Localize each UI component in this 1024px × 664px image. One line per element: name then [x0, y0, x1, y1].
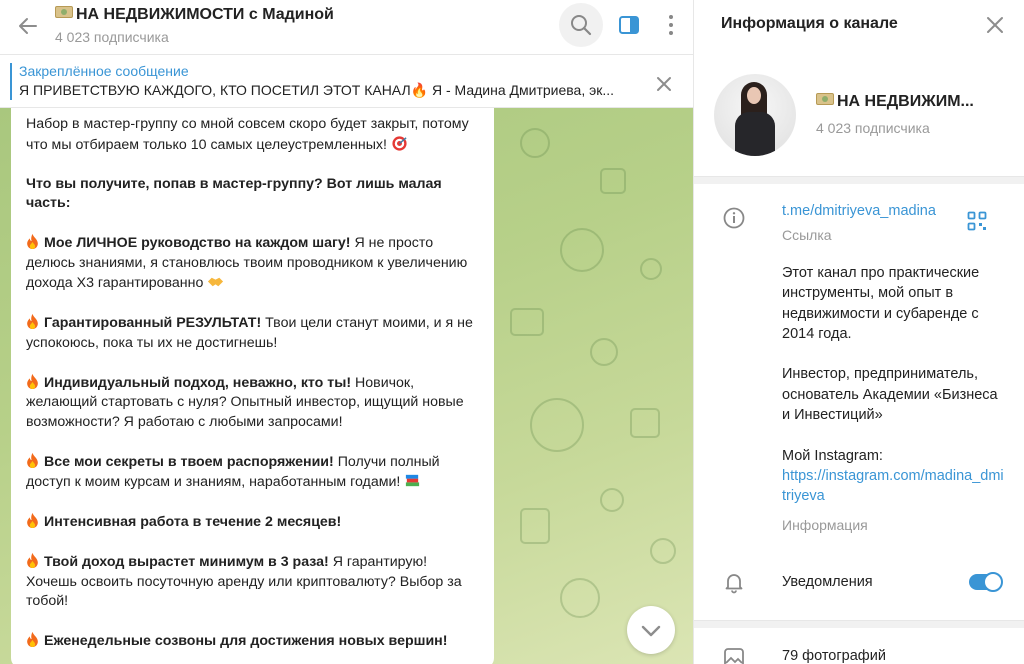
chat-title[interactable]: НА НЕДВИЖИМОСТИ с Мадиной [55, 6, 334, 24]
instagram-link[interactable]: https://instagram.com/madina_dmitriyeva [782, 468, 1004, 504]
more-vertical-icon [669, 15, 673, 35]
chevron-down-icon [641, 625, 661, 637]
post-intro: Набор в мастер-группу со мной совсем ско… [26, 115, 480, 155]
section-divider [694, 620, 1024, 628]
close-icon[interactable] [982, 12, 1008, 38]
channel-subscribers: 4 023 подписчика [816, 120, 930, 136]
pinned-message-bar[interactable]: Закреплённое сообщение Я ПРИВЕТСТВУЮ КАЖ… [0, 55, 693, 108]
notifications-toggle[interactable] [969, 572, 1003, 592]
search-icon [571, 15, 592, 36]
benefit-item: Гарантированный РЕЗУЛЬТАТ! Твои цели ста… [26, 313, 480, 353]
channel-link[interactable]: t.me/dmitriyeva_madina [782, 203, 936, 219]
benefit-item: Все мои секреты в твоем распоряжении! По… [26, 452, 480, 493]
channel-avatar[interactable] [714, 74, 796, 156]
channel-info-panel: Информация о канале НА НЕДВИЖИМ... 4 023… [693, 0, 1024, 664]
money-emoji-icon [816, 93, 834, 105]
instagram-caption: Мой Instagram: [782, 447, 883, 464]
channel-link-label: Ссылка [782, 227, 832, 243]
fire-emoji-icon [27, 233, 38, 249]
channel-description: Этот канал про практические инструменты,… [782, 263, 1007, 507]
benefit-title: Индивидуальный подход, неважно, кто ты! [44, 374, 352, 391]
fire-emoji-icon [27, 631, 38, 647]
post-question-text: Что вы получите, попав в мастер-группу? … [26, 175, 442, 212]
pinned-text: Я ПРИВЕТСТВУЮ КАЖДОГО, КТО ПОСЕТИЛ ЭТОТ … [19, 82, 615, 98]
channel-post: Набор в мастер-группу со мной совсем ско… [11, 108, 494, 664]
info-panel-title: Информация о канале [721, 15, 898, 32]
benefit-item: Мое ЛИЧНОЕ руководство на каждом шагу! Я… [26, 233, 480, 294]
handshake-emoji-icon [208, 277, 224, 287]
benefit-title: Интенсивная работа в течение 2 месяцев! [44, 514, 342, 530]
channel-name-text: НА НЕДВИЖИМ... [837, 93, 974, 110]
notifications-label: Уведомления [782, 574, 873, 590]
description-paragraph: Инвестор, предприниматель, основатель Ак… [782, 366, 998, 424]
benefit-title: Мое ЛИЧНОЕ руководство на каждом шагу! [44, 235, 351, 251]
info-circle-icon [723, 207, 745, 229]
chat-title-text: НА НЕДВИЖИМОСТИ с Мадиной [76, 6, 334, 23]
pinned-accent-bar [10, 63, 12, 100]
description-paragraph: Этот канал про практические инструменты,… [782, 265, 980, 342]
target-emoji-icon [392, 135, 407, 151]
photos-count[interactable]: 79 фотографий [782, 648, 886, 664]
close-pinned-icon[interactable] [652, 72, 676, 96]
benefit-title: Гарантированный РЕЗУЛЬТАТ! [44, 315, 262, 331]
chat-header: НА НЕДВИЖИМОСТИ с Мадиной 4 023 подписчи… [0, 0, 693, 55]
channel-name: НА НЕДВИЖИМ... [816, 93, 974, 111]
benefit-title: Твой доход вырастет минимум в 3 раза! [44, 554, 329, 570]
sidebar-panel-icon [619, 16, 639, 34]
benefit-item: Индивидуальный подход, неважно, кто ты! … [26, 373, 480, 433]
description-paragraph: Мой Instagram: https://instagram.com/mad… [782, 446, 1007, 507]
search-button[interactable] [559, 3, 603, 47]
photo-icon [724, 648, 744, 664]
description-label: Информация [782, 517, 868, 533]
qr-code-icon[interactable] [967, 211, 987, 231]
money-emoji-icon [55, 6, 73, 18]
fire-emoji-icon [27, 512, 38, 528]
benefit-title: Все мои секреты в твоем распоряжении! [44, 453, 334, 470]
pinned-title: Закреплённое сообщение [19, 63, 189, 79]
toggle-info-panel-button[interactable] [607, 3, 651, 47]
chat-subscribers: 4 023 подписчика [55, 29, 169, 45]
scroll-to-bottom-button[interactable] [627, 606, 675, 654]
fire-emoji-icon [27, 373, 38, 389]
books-emoji-icon [406, 474, 420, 487]
post-question: Что вы получите, попав в мастер-группу? … [26, 175, 480, 214]
back-arrow-icon[interactable] [14, 12, 42, 40]
more-menu-button[interactable] [655, 3, 687, 47]
benefit-item: Еженедельные созвоны для достижения новы… [26, 631, 480, 652]
benefit-item: Твой доход вырастет минимум в 3 раза! Я … [26, 552, 480, 612]
section-divider [694, 176, 1024, 184]
bell-icon [725, 574, 743, 594]
benefit-title: Еженедельные созвоны для достижения новы… [44, 633, 448, 649]
benefit-item: Интенсивная работа в течение 2 месяцев! [26, 512, 480, 533]
chat-area: НА НЕДВИЖИМОСТИ с Мадиной 4 023 подписчи… [0, 0, 693, 664]
fire-emoji-icon [27, 452, 38, 468]
fire-emoji-icon [27, 313, 38, 329]
fire-emoji-icon [27, 552, 38, 568]
